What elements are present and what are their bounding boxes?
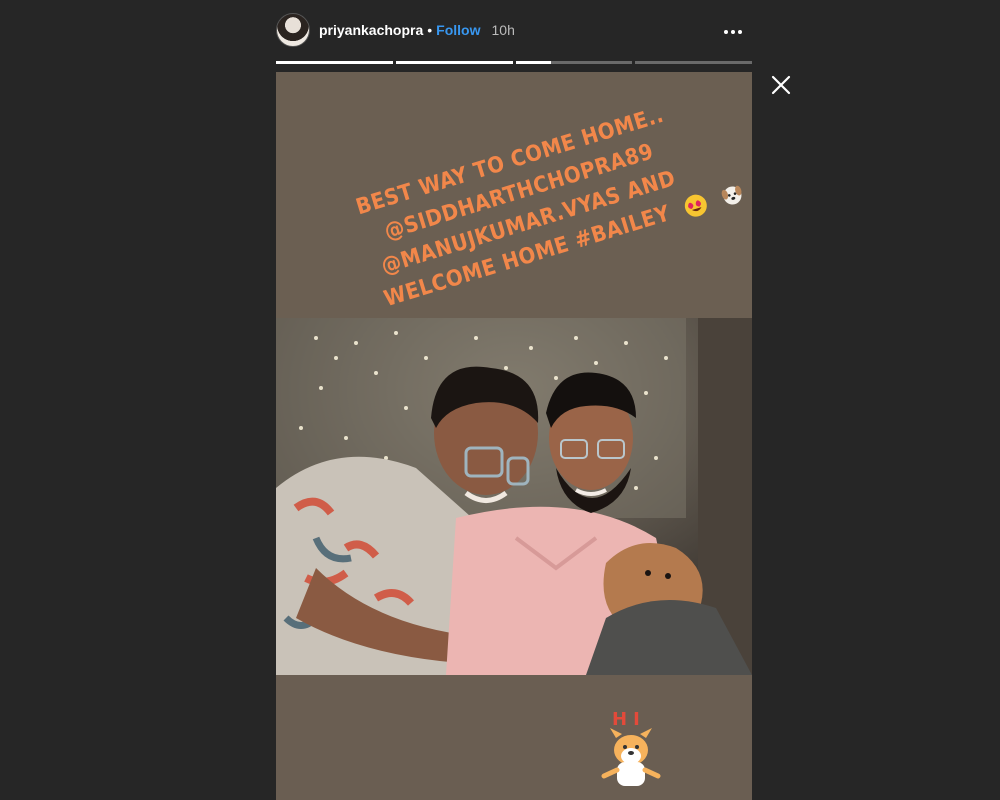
user-avatar[interactable] xyxy=(276,13,310,47)
username[interactable]: priyankachopra xyxy=(319,22,423,38)
story-caption: BEST WAY TO COME HOME.. @SIDDHARTHCHOPRA… xyxy=(352,100,742,316)
progress-segment xyxy=(276,61,393,64)
photo-illustration xyxy=(276,318,752,675)
dog-emoji-icon xyxy=(721,185,742,205)
progress-segment xyxy=(395,61,513,64)
story-header: priyankachopra • Follow 10h xyxy=(276,12,752,48)
follow-button[interactable]: Follow xyxy=(436,22,480,38)
sticker-text: HI xyxy=(612,709,646,730)
more-options-icon[interactable] xyxy=(722,21,744,39)
progress-segment xyxy=(515,61,633,64)
story-bottom-area xyxy=(276,675,752,800)
story-photo xyxy=(276,318,752,675)
story-progress-bar xyxy=(276,61,752,64)
story-frame[interactable]: BEST WAY TO COME HOME.. @SIDDHARTHCHOPRA… xyxy=(276,72,752,800)
progress-segment xyxy=(635,61,752,64)
heart-eyes-emoji-icon xyxy=(684,194,707,217)
post-time: 10h xyxy=(491,22,515,38)
separator-dot: • xyxy=(427,22,433,38)
close-icon[interactable] xyxy=(768,72,794,98)
dog-sticker: HI xyxy=(596,709,666,790)
